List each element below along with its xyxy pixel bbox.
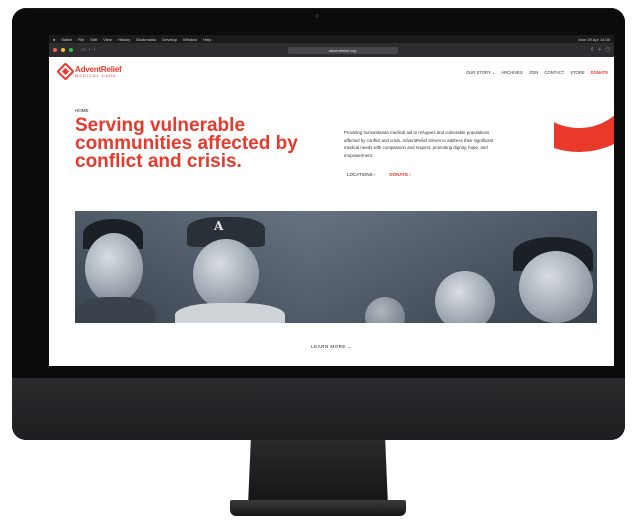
menu-edit[interactable]: Edit — [90, 37, 97, 42]
nav-donate[interactable]: DONATE — [591, 70, 608, 75]
nav-archives[interactable]: ARCHIVES — [501, 70, 522, 75]
mac-menubar: ● Safari File Edit View History Bookmark… — [49, 35, 614, 43]
nav-store[interactable]: STORE — [570, 70, 584, 75]
decorative-arc — [554, 102, 614, 190]
imac-frame: ● Safari File Edit View History Bookmark… — [12, 8, 625, 440]
logo-diamond-icon — [56, 62, 75, 81]
close-window-button[interactable] — [53, 48, 57, 52]
imac-stand — [230, 440, 406, 520]
nav-our-story[interactable]: OUR STORY ⌄ — [466, 70, 495, 75]
hero-headline: Serving vulnerable communities affected … — [75, 115, 298, 172]
menu-bookmarks[interactable]: Bookmarks — [136, 37, 156, 42]
sidebar-icon[interactable]: ▭ — [81, 47, 86, 53]
screen: ● Safari File Edit View History Bookmark… — [49, 35, 614, 366]
imac-chin — [12, 378, 625, 440]
menu-history[interactable]: History — [118, 37, 130, 42]
address-bar[interactable]: adventrelief.org — [287, 46, 398, 54]
address-url: adventrelief.org — [328, 47, 357, 53]
donate-link[interactable]: DONATE › — [389, 172, 410, 177]
logo-subtitle: MEDICAL CARE — [75, 72, 117, 78]
browser-toolbar: ▭ ‹ › adventrelief.org ⇧ + ▢ — [49, 43, 614, 57]
zoom-window-button[interactable] — [69, 48, 73, 52]
menu-help[interactable]: Help — [203, 37, 211, 42]
tab-overview-icon[interactable]: ▢ — [605, 47, 610, 53]
new-tab-icon[interactable]: + — [598, 47, 601, 53]
nav-contact[interactable]: CONTACT — [544, 70, 564, 75]
site-nav: OUR STORY ⌄ ARCHIVES JOIN CONTACT STORE … — [466, 70, 608, 75]
menu-file[interactable]: File — [78, 37, 84, 42]
share-icon[interactable]: ⇧ — [590, 47, 594, 53]
back-icon[interactable]: ‹ — [89, 47, 91, 53]
forward-icon[interactable]: › — [93, 47, 95, 53]
menubar-clock: Mon 29 Apr 14:30 — [578, 36, 610, 42]
apple-menu-icon[interactable]: ● — [53, 37, 55, 42]
minimize-window-button[interactable] — [61, 48, 65, 52]
breadcrumb[interactable]: HOME — [75, 108, 89, 113]
menu-app-name[interactable]: Safari — [61, 37, 71, 42]
website: AdventRelief MEDICAL CARE OUR STORY ⌄ AR… — [49, 57, 614, 366]
site-logo[interactable]: AdventRelief MEDICAL CARE — [56, 62, 122, 81]
menu-window[interactable]: Window — [183, 37, 197, 42]
nav-join[interactable]: JOIN — [529, 70, 539, 75]
menu-develop[interactable]: Develop — [162, 37, 177, 42]
locations-link[interactable]: LOCATIONS › — [347, 172, 375, 177]
menu-view[interactable]: View — [103, 37, 112, 42]
hero-photo: A — [75, 211, 597, 323]
learn-more-link[interactable]: LEARN MORE ⌄ — [49, 344, 614, 350]
camera-dot — [315, 14, 319, 18]
hero-description: Providing humanitarian medical aid to re… — [344, 130, 494, 158]
hero-cta-row: LOCATIONS › DONATE › — [347, 172, 411, 177]
